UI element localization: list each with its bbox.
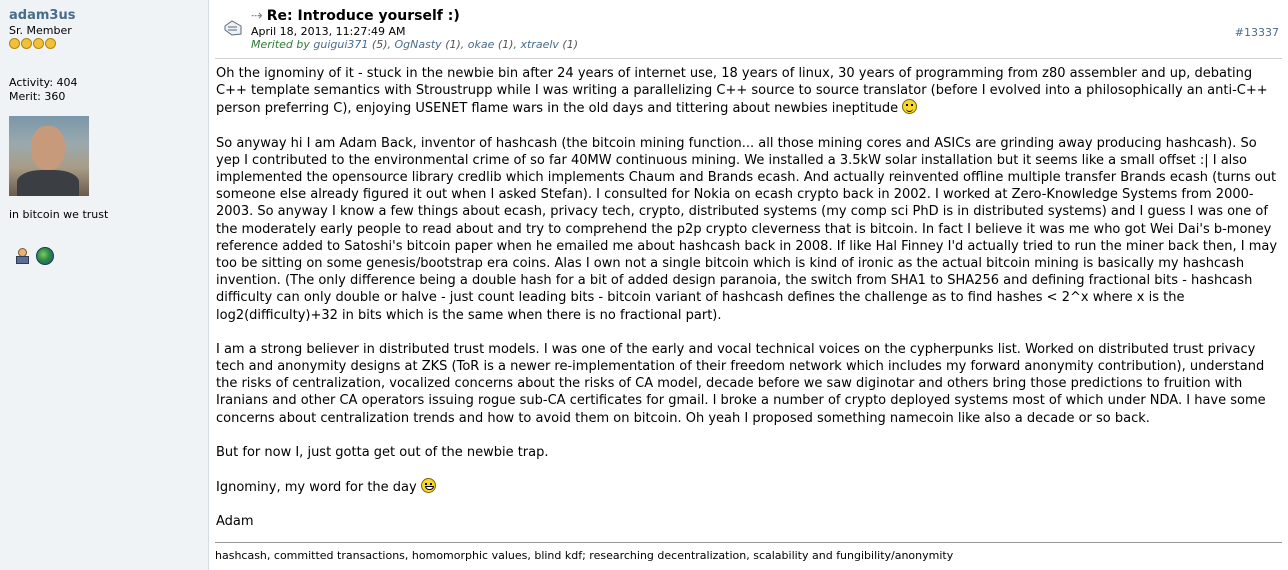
merit-giver[interactable]: xtraelv	[520, 38, 558, 51]
arrow-icon: ⇢	[251, 8, 263, 24]
post-subject: ⇢ Re: Introduce yourself :)	[251, 8, 460, 24]
merit-count: (1)	[497, 38, 514, 51]
post-subject-link[interactable]: Re: Introduce yourself :)	[267, 8, 460, 24]
merit-count: (1)	[562, 38, 578, 51]
forum-post: adam3us Sr. Member Activity: 404 Merit: …	[0, 0, 1288, 570]
post-main: ⇢ Re: Introduce yourself :) April 18, 201…	[209, 0, 1288, 570]
poster-activity: Activity: 404	[9, 76, 78, 89]
poster-username[interactable]: adam3us	[9, 8, 75, 23]
post-paragraph: But for now I, just gotta get out of the…	[216, 444, 549, 460]
avatar	[9, 116, 89, 196]
globe-icon[interactable]	[36, 247, 54, 265]
rank-stars	[9, 38, 56, 49]
post-paragraph: Ignominy, my word for the day	[216, 478, 1278, 496]
profile-icons	[14, 247, 54, 265]
merited-by: Merited by guigui371 (5), OgNasty (1), o…	[251, 38, 578, 51]
merit-giver[interactable]: guigui371	[313, 38, 368, 51]
signature: hashcash, committed transactions, homomo…	[215, 549, 954, 562]
topic-icon	[224, 20, 242, 36]
star-icon	[45, 38, 56, 49]
profile-icon[interactable]	[14, 247, 30, 264]
post-date: April 18, 2013, 11:27:49 AM	[251, 25, 406, 38]
post-paragraph: So anyway hi I am Adam Back, inventor of…	[216, 135, 1278, 323]
post-paragraph: Oh the ignominy of it - stuck in the new…	[216, 66, 1268, 117]
merit-count: (5)	[371, 38, 388, 51]
star-icon	[33, 38, 44, 49]
post-paragraph: Adam	[216, 514, 254, 530]
post-paragraph: I am a strong believer in distributed tr…	[216, 341, 1266, 426]
merit-count: (1)	[445, 38, 461, 51]
smiley-icon	[902, 99, 918, 115]
post-body: Oh the ignominy of it - stuck in the new…	[216, 65, 1278, 547]
star-icon	[21, 38, 32, 49]
poster-rank: Sr. Member	[9, 24, 72, 37]
divider	[215, 58, 1282, 59]
poster-info: adam3us Sr. Member Activity: 404 Merit: …	[0, 0, 209, 570]
personal-text: in bitcoin we trust	[9, 208, 109, 221]
signature-divider	[215, 542, 1282, 543]
star-icon	[9, 38, 20, 49]
grin-icon	[420, 478, 436, 494]
merit-giver[interactable]: okae	[468, 38, 495, 51]
poster-merit: Merit: 360	[9, 90, 66, 103]
post-number[interactable]: #13337	[1235, 26, 1279, 39]
merited-label: Merited by	[251, 38, 310, 51]
merit-giver[interactable]: OgNasty	[395, 38, 442, 51]
